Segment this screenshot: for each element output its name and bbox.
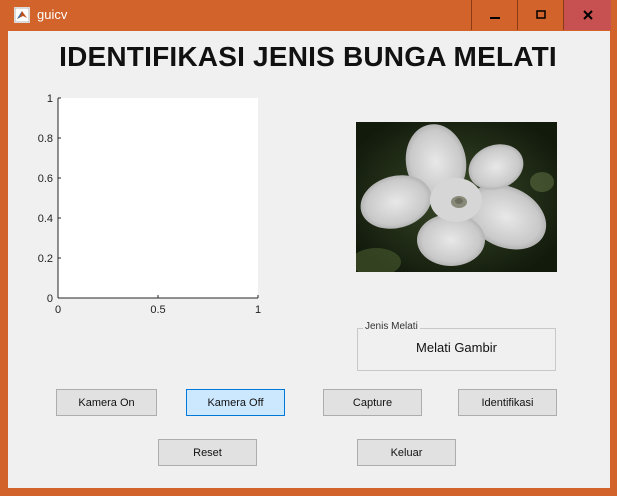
kamera-off-button[interactable]: Kamera Off: [186, 389, 285, 416]
maximize-button[interactable]: [517, 0, 563, 30]
title-bar[interactable]: guicv: [0, 0, 617, 31]
minimize-button[interactable]: [471, 0, 517, 30]
window-title: guicv: [37, 7, 68, 22]
matlab-app-icon: [14, 7, 30, 23]
jasmine-flower-image: [356, 122, 557, 272]
x-tick-label: 1: [255, 304, 261, 316]
maximize-icon: [535, 10, 546, 19]
y-tick-label: 0.6: [38, 173, 53, 185]
close-icon: [582, 10, 593, 20]
minimize-icon: [489, 17, 500, 19]
app-window: guicv IDENTIFIKASI JENIS BUNGA MELATI 10…: [0, 0, 617, 496]
result-group-title: Jenis Melati: [363, 321, 420, 332]
axes-area: [58, 98, 258, 298]
keluar-button[interactable]: Keluar: [357, 439, 456, 466]
close-button[interactable]: [563, 0, 611, 30]
kamera-on-button[interactable]: Kamera On: [56, 389, 157, 416]
y-tick-label: 0.2: [38, 253, 53, 265]
y-tick-label: 0.4: [38, 213, 53, 225]
reset-button[interactable]: Reset: [158, 439, 257, 466]
x-tick-label: 0: [55, 304, 61, 316]
y-tick-label: 1: [47, 93, 53, 105]
result-value: Melati Gambir: [416, 340, 497, 355]
y-tick-label: 0: [47, 293, 53, 305]
capture-button[interactable]: Capture: [323, 389, 422, 416]
x-tick-label: 0.5: [150, 304, 165, 316]
figure-panel: IDENTIFIKASI JENIS BUNGA MELATI 1 0.8 0.6 0…: [8, 31, 610, 488]
captured-image: [356, 122, 557, 272]
result-groupbox: Jenis Melati Melati Gambir: [357, 321, 556, 371]
identifikasi-button[interactable]: Identifikasi: [458, 389, 557, 416]
y-tick-label: 0.8: [38, 133, 53, 145]
